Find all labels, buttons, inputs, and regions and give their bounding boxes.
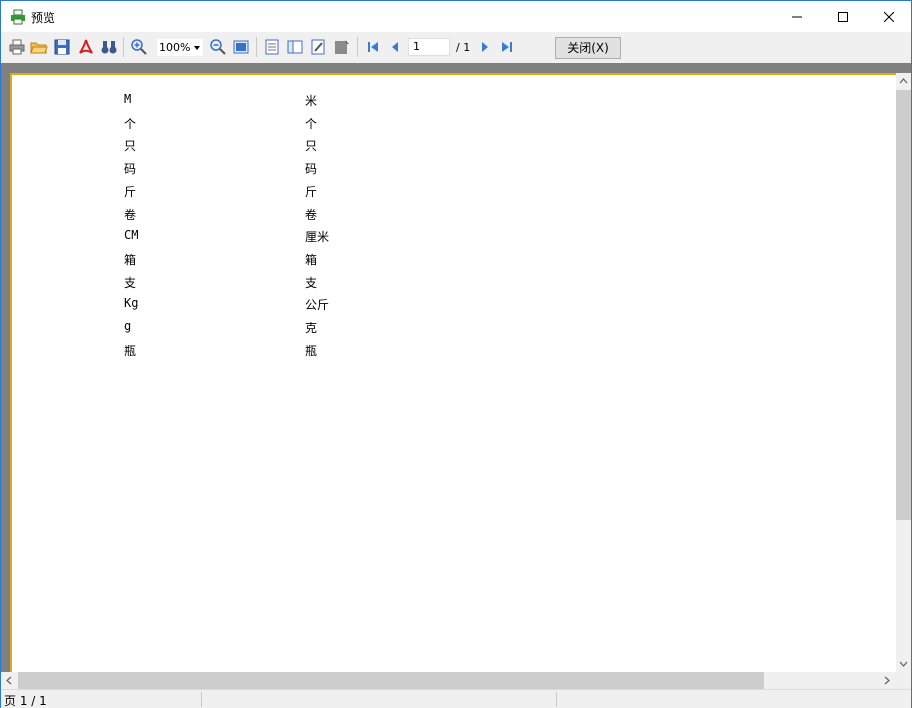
table-row: g克 [12,319,612,339]
table-row: 码码 [12,160,612,180]
unit-code-cell: 只 [124,139,137,154]
unit-code-cell: 箱 [124,252,137,267]
toolbar-separator [256,37,257,57]
close-button[interactable]: 关闭(X) [555,37,621,59]
last-page-icon[interactable] [497,37,517,57]
table-row: CM 厘米 [12,228,612,248]
open-folder-icon[interactable] [29,37,49,57]
close-window-button[interactable] [866,1,912,32]
first-page-icon[interactable] [363,37,383,57]
preview-window: 预览 100% 1 / 1 关闭(X) M 米 个 个 只 只 码 码 斤 斤 … [0,0,912,708]
window-title: 预览 [31,11,56,25]
table-row: 卷卷 [12,206,612,226]
page-number-value: 1 [413,40,420,53]
table-row: 支支 [12,274,612,294]
scroll-right-icon[interactable] [882,676,891,685]
status-separator [556,692,557,707]
table-row: 斤斤 [12,183,612,203]
toolbar-separator [123,37,124,57]
horizontal-scroll-thumb[interactable] [18,672,764,689]
vertical-scrollbar[interactable] [896,73,911,674]
unit-code-cell: 码 [124,162,137,177]
unit-name-cell: 码 [305,162,318,177]
unit-name-cell: 只 [305,139,318,154]
next-page-icon[interactable] [475,37,495,57]
unit-code-cell: Kg [124,296,139,311]
previous-page-icon[interactable] [385,37,405,57]
scroll-left-icon[interactable] [5,676,14,685]
pdf-export-icon[interactable] [76,37,96,57]
unit-code-cell: M [124,92,132,106]
scroll-up-icon[interactable] [899,77,908,86]
unit-code-cell: CM [124,228,139,243]
table-row: 只只 [12,137,612,157]
preview-area: M 米个个只只码码斤斤卷卷 CM 厘米箱箱支支 Kg 公斤 g 克瓶瓶 [1,63,911,689]
zoom-select[interactable]: 100% [156,38,204,57]
unit-name-cell: 箱 [305,252,318,267]
unit-code-cell: 个 [124,116,137,131]
unit-name-cell: 个 [305,116,318,131]
page-setup-icon[interactable] [285,37,305,57]
chevron-down-icon [194,46,200,50]
unit-name-cell: 瓶 [305,343,318,358]
zoom-in-icon[interactable] [129,37,149,57]
scroll-corner [896,672,911,689]
vertical-scroll-thumb[interactable] [896,90,911,520]
watermark-icon[interactable] [332,37,352,57]
toolbar: 100% 1 / 1 关闭(X) [1,32,911,62]
edit-icon[interactable] [308,37,328,57]
report-page: M 米个个只只码码斤斤卷卷 CM 厘米箱箱支支 Kg 公斤 g 克瓶瓶 [10,73,896,674]
minimize-button[interactable] [774,1,820,32]
outline-icon[interactable] [262,37,282,57]
print-icon[interactable] [7,37,27,57]
printer-icon [10,9,26,25]
full-page-icon[interactable] [231,37,251,57]
table-row: Kg 公斤 [12,296,612,316]
unit-code-cell: 支 [124,275,137,290]
unit-name-cell: 克 [305,321,318,335]
status-separator [201,692,202,707]
toolbar-separator [357,37,358,57]
horizontal-scrollbar[interactable] [1,672,896,689]
unit-code-cell: 卷 [124,207,137,222]
unit-code-cell: 瓶 [124,343,137,358]
status-bar: 页 1 / 1 [1,689,911,708]
unit-code-cell: g [124,319,132,333]
page-number-input[interactable]: 1 [408,38,450,56]
find-binoculars-icon[interactable] [99,37,119,57]
zoom-value: 100% [159,41,191,54]
zoom-out-icon[interactable] [208,37,228,57]
maximize-button[interactable] [820,1,866,32]
table-row: 瓶瓶 [12,342,612,362]
unit-name-cell: 卷 [305,207,318,222]
scroll-down-icon[interactable] [899,659,908,668]
table-row: 个个 [12,115,612,135]
unit-name-cell: 米 [305,94,318,108]
unit-name-cell: 厘米 [305,230,330,245]
save-icon[interactable] [52,37,72,57]
unit-code-cell: 斤 [124,184,137,199]
table-row: 箱箱 [12,251,612,271]
unit-name-cell: 支 [305,275,318,290]
unit-name-cell: 公斤 [305,298,330,313]
status-page-info: 页 1 / 1 [4,694,47,708]
unit-name-cell: 斤 [305,184,318,199]
table-row: M米 [12,92,612,112]
title-bar: 预览 [1,1,911,32]
page-total: / 1 [456,41,471,54]
